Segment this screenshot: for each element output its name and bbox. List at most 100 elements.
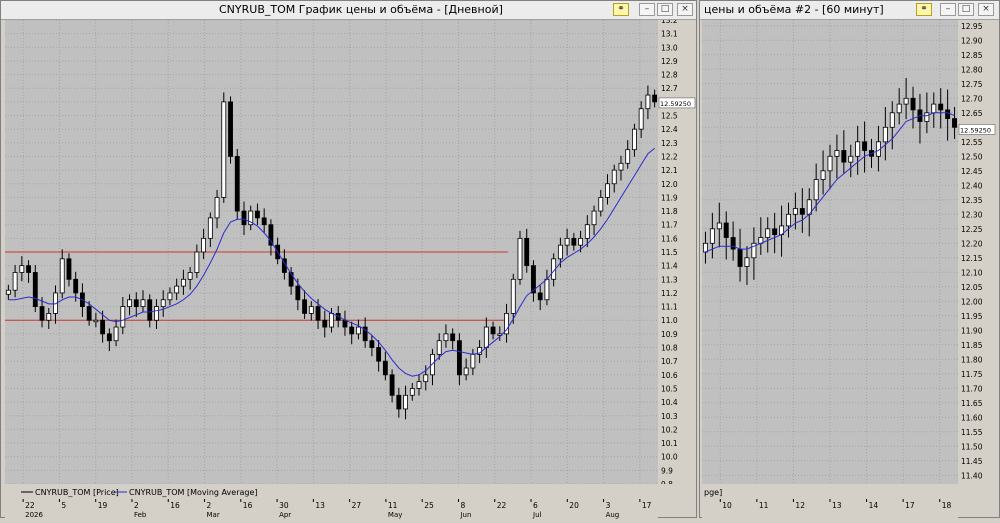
candle-body: [841, 150, 847, 163]
maximize-icon[interactable]: □: [657, 3, 673, 16]
candle: [772, 212, 778, 254]
candle: [841, 130, 847, 174]
candle: [160, 290, 166, 317]
candle-body: [903, 97, 909, 105]
link-icon[interactable]: ⚭: [613, 3, 629, 16]
y-tick-label: 11.85: [961, 341, 983, 350]
candle-body: [591, 210, 597, 226]
candle-body: [945, 109, 951, 120]
candle-body: [46, 313, 52, 321]
y-tick-label: 10.0: [661, 453, 678, 462]
hourly-chart-svg: [702, 20, 958, 484]
y-tick-label: 11.1: [661, 303, 678, 312]
candle-body: [490, 326, 496, 335]
y-tick-label: 10.2: [661, 425, 678, 434]
candle-body: [255, 210, 260, 219]
close-icon[interactable]: ×: [978, 3, 994, 16]
candle-body: [632, 128, 637, 151]
hourly-price-axis[interactable]: 12.9512.9012.8512.8012.7512.7012.6512.60…: [958, 20, 999, 484]
y-tick-label: 12.45: [961, 167, 983, 176]
candle: [855, 125, 861, 175]
daily-time-axis[interactable]: 22 2026 5 19 2 Feb 16 2 Mar 16 30 Apr 13 27 11 May 25 8 Ju…: [5, 499, 658, 519]
title-bar[interactable]: CNYRUB_TOM График цены и объёма - [Дневн…: [1, 1, 696, 20]
candle-body: [133, 299, 139, 307]
candle-body: [578, 237, 584, 246]
candle: [779, 205, 785, 257]
candle-body: [403, 394, 408, 410]
candle-body: [848, 155, 854, 163]
moving-average-line: [8, 147, 655, 377]
daily-plot-area[interactable]: [5, 20, 658, 484]
candle-body: [737, 248, 743, 267]
maximize-icon[interactable]: □: [958, 3, 974, 16]
y-tick-label: 12.30: [961, 210, 983, 219]
y-tick-label: 11.5: [661, 248, 678, 257]
candle: [537, 285, 543, 311]
y-tick-label: 11.3: [661, 275, 678, 284]
candle-body: [180, 278, 186, 287]
candle: [820, 150, 826, 195]
x-tick-label: 5: [61, 501, 66, 510]
candle-body: [820, 170, 826, 180]
candle-body: [416, 381, 422, 389]
candle: [571, 232, 577, 251]
candle: [19, 256, 25, 282]
hourly-plot-area[interactable]: [702, 20, 958, 484]
daily-price-axis[interactable]: 13.213.113.012.912.812.712.612.512.412.3…: [658, 16, 696, 489]
candle: [834, 134, 840, 179]
candle-body: [100, 319, 106, 335]
y-tick-label: 11.9: [661, 193, 678, 202]
candle: [652, 89, 658, 108]
candle-body: [931, 103, 937, 114]
candle: [463, 358, 469, 381]
candle-body: [450, 333, 456, 342]
candle: [758, 217, 764, 255]
close-icon[interactable]: ×: [677, 3, 693, 16]
candle: [241, 201, 247, 236]
candle-body: [862, 141, 868, 151]
candle-body: [938, 103, 944, 111]
candle: [917, 93, 923, 144]
candle-body: [187, 272, 193, 280]
x-tick-label: 11: [388, 501, 398, 510]
candle-body: [510, 278, 516, 314]
y-tick-label: 12.20: [961, 239, 983, 248]
candle: [952, 107, 958, 139]
candle-body: [896, 103, 902, 114]
candle-body: [598, 197, 604, 212]
x-tick-label: 22: [25, 501, 35, 510]
candle: [356, 319, 361, 340]
candle-body: [369, 340, 375, 348]
minimize-icon[interactable]: –: [639, 3, 655, 16]
candle: [517, 230, 523, 285]
candle-body: [5, 289, 11, 295]
x-tick-label: 11: [759, 501, 769, 510]
y-tick-label: 11.8: [661, 207, 678, 216]
x-tick-label: 22: [497, 501, 507, 510]
y-tick-label: 12.35: [961, 196, 983, 205]
y-tick-label: 12.8: [661, 71, 678, 80]
link-icon[interactable]: ⚭: [916, 3, 932, 16]
candle: [896, 88, 902, 125]
candle-body: [772, 228, 778, 236]
candle-body: [409, 388, 415, 396]
candle: [329, 307, 334, 333]
x-tick-label: 17: [905, 501, 915, 510]
candle: [120, 297, 126, 335]
minimize-icon[interactable]: –: [940, 3, 956, 16]
candle-body: [167, 292, 173, 301]
y-tick-label: 12.3: [661, 139, 678, 148]
candle-body: [625, 149, 631, 164]
x-tick-label: 2: [134, 501, 139, 510]
hourly-time-axis[interactable]: 10 11 12 13 14 17 18: [702, 499, 958, 519]
candle-body: [709, 228, 715, 244]
candle: [744, 246, 750, 286]
candle-body: [39, 306, 45, 321]
candle-body: [106, 333, 112, 342]
candle: [524, 228, 530, 273]
candle: [443, 324, 449, 348]
candle: [544, 269, 550, 306]
y-tick-label: 12.9: [661, 57, 678, 66]
title-bar-2[interactable]: цены и объёма #2 - [60 минут] ⚭ – □ ×: [700, 1, 999, 20]
y-tick-label: 11.45: [961, 457, 983, 466]
